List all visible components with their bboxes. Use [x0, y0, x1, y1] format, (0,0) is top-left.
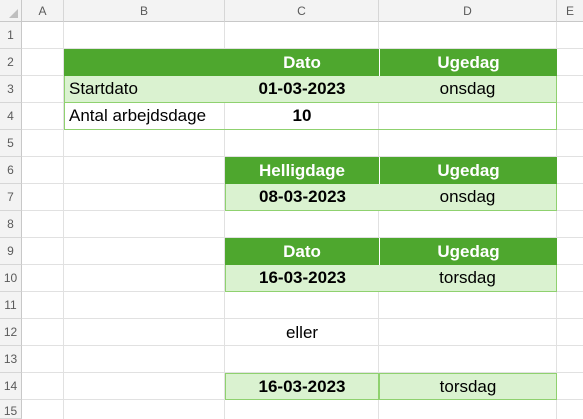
row-header-15[interactable]: 15: [0, 400, 22, 419]
cell-d7-holiday-weekday[interactable]: onsdag: [379, 184, 557, 211]
row-header-12[interactable]: 12: [0, 319, 22, 346]
row-header-13[interactable]: 13: [0, 346, 22, 373]
cell-d14-result-weekday[interactable]: torsdag: [379, 373, 557, 400]
row-header-8[interactable]: 8: [0, 211, 22, 238]
row-header-7[interactable]: 7: [0, 184, 22, 211]
row-header-9[interactable]: 9: [0, 238, 22, 265]
column-header-d[interactable]: D: [379, 0, 557, 22]
cell-d3-startdato-weekday[interactable]: onsdag: [379, 76, 557, 103]
cell-c7-holiday-date[interactable]: 08-03-2023: [225, 184, 379, 211]
column-header-a[interactable]: A: [22, 0, 64, 22]
row-header-11[interactable]: 11: [0, 292, 22, 319]
cell-d10-result-weekday[interactable]: torsdag: [379, 265, 557, 292]
select-all-icon: [9, 9, 18, 18]
cell-d6-header-ugedag[interactable]: Ugedag: [379, 157, 557, 184]
column-header-b[interactable]: B: [64, 0, 225, 22]
row-header-3[interactable]: 3: [0, 76, 22, 103]
cell-b4-arbejdsdage-label[interactable]: Antal arbejdsdage: [64, 103, 225, 130]
row-header-2[interactable]: 2: [0, 49, 22, 76]
cell-b3-startdato-label[interactable]: Startdato: [64, 76, 225, 103]
cell-c2-header-dato[interactable]: Dato: [225, 49, 379, 76]
cell-c10-result-date[interactable]: 16-03-2023: [225, 265, 379, 292]
cell-d4[interactable]: [379, 103, 557, 130]
row-header-14[interactable]: 14: [0, 373, 22, 400]
row-header-6[interactable]: 6: [0, 157, 22, 184]
cell-c3-startdato-value[interactable]: 01-03-2023: [225, 76, 379, 103]
row-header-10[interactable]: 10: [0, 265, 22, 292]
column-header-e[interactable]: E: [557, 0, 583, 22]
cell-d2-header-ugedag[interactable]: Ugedag: [379, 49, 557, 76]
spreadsheet: A B C D E 1 2 3 4 5 6 7 8 9 10 11 12 13 …: [0, 0, 583, 419]
cell-c4-arbejdsdage-value[interactable]: 10: [225, 103, 379, 130]
cell-c9-header-dato[interactable]: Dato: [225, 238, 379, 265]
cell-c14-result-date[interactable]: 16-03-2023: [225, 373, 379, 400]
cell-d9-header-ugedag[interactable]: Ugedag: [379, 238, 557, 265]
row-header-5[interactable]: 5: [0, 130, 22, 157]
cell-c12-eller[interactable]: eller: [225, 319, 379, 346]
select-all-corner[interactable]: [0, 0, 22, 22]
row-header-4[interactable]: 4: [0, 103, 22, 130]
cell-b2[interactable]: [64, 49, 225, 76]
column-header-c[interactable]: C: [225, 0, 379, 22]
row-header-1[interactable]: 1: [0, 22, 22, 49]
cell-c6-header-helligdage[interactable]: Helligdage: [225, 157, 379, 184]
